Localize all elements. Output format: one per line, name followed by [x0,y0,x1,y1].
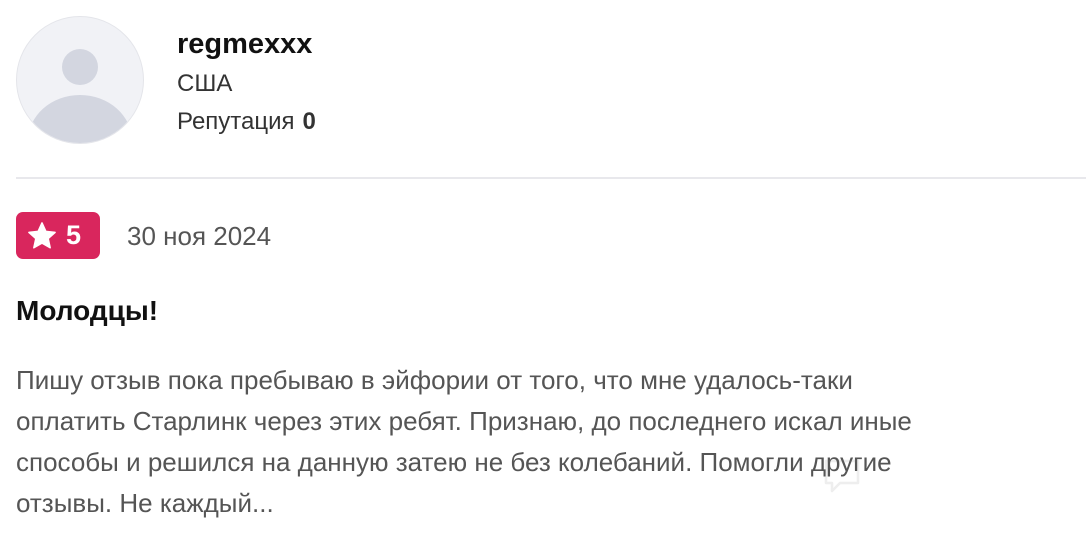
reputation-value: 0 [302,108,316,135]
user-reputation: Репутация 0 [177,106,316,138]
user-country: США [177,70,233,97]
review-date: 30 ноя 2024 [127,221,272,251]
review-text-line: Пишу отзыв пока пребываю в эйфории от то… [16,365,853,395]
username-link[interactable]: regmexxx [177,24,316,64]
star-icon [28,221,56,249]
user-info: regmexxx США Репутация 0 [177,24,316,138]
review-text[interactable]: Пишу отзыв пока пребываю в эйфории от то… [16,360,1076,524]
user-avatar-placeholder-icon [28,49,132,143]
watermark [822,452,1052,498]
reputation-label: Репутация [177,108,295,135]
rating-value: 5 [66,220,82,250]
divider [16,177,1086,179]
review-card: regmexxx США Репутация 0 5 30 ноя 2024 Мо… [0,0,1090,550]
review-text-line: оплатить Старлинк через этих ребят. Приз… [16,406,912,436]
chat-bubble-watermark-icon [824,459,860,493]
rating-badge: 5 [16,212,100,259]
user-avatar[interactable] [16,16,144,144]
review-title[interactable]: Молодцы! [16,292,158,330]
